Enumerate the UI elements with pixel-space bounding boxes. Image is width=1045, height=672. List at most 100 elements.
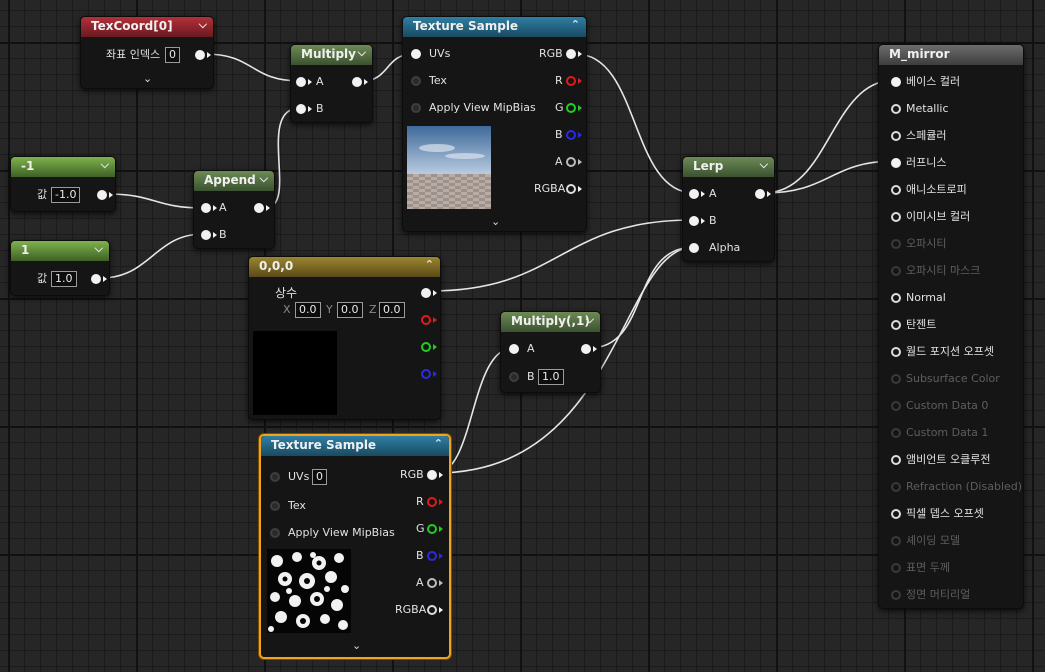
- constant-label: 상수: [275, 286, 298, 300]
- texcoord-node[interactable]: TexCoord[0] ⌵ 좌표 인덱스 0 ⌄: [80, 16, 214, 89]
- material-input-pin[interactable]: [891, 293, 901, 303]
- input-pin-a[interactable]: [201, 203, 211, 213]
- input-pin-b[interactable]: [509, 372, 519, 382]
- output-pin-rgba[interactable]: [566, 184, 576, 194]
- input-pin-mipbias[interactable]: [270, 528, 280, 538]
- b-value-field[interactable]: 1.0: [538, 369, 564, 385]
- node-header[interactable]: 0,0,0 ⌃: [249, 257, 440, 277]
- value-field[interactable]: -1.0: [51, 187, 81, 203]
- output-pin-rgb[interactable]: [566, 49, 576, 59]
- expand-chevron-icon[interactable]: ⌄: [143, 72, 152, 85]
- constant-neg1-node[interactable]: -1 ⌵ 값 -1.0: [10, 156, 116, 212]
- material-result-node[interactable]: M_mirror 베이스 컬러 Metallic 스페큘러 러프니스 애니소트로피 이미시…: [878, 44, 1024, 609]
- output-pin-g[interactable]: [427, 524, 437, 534]
- collapse-chevron-icon[interactable]: ⌄: [491, 215, 500, 228]
- input-pin-b[interactable]: [689, 216, 699, 226]
- input-pin-tex[interactable]: [411, 76, 421, 86]
- chevron-down-icon[interactable]: ⌵: [586, 313, 594, 327]
- output-pin[interactable]: [91, 274, 101, 284]
- output-pin[interactable]: [755, 189, 765, 199]
- pin-label-b: B: [555, 128, 563, 141]
- multiply-node[interactable]: Multiply ⌵ A B: [290, 44, 373, 123]
- node-header[interactable]: Multiply(,1) ⌵: [501, 312, 600, 332]
- material-input-pin[interactable]: [891, 185, 901, 195]
- input-pin-b[interactable]: [201, 230, 211, 240]
- output-pin-r[interactable]: [566, 76, 576, 86]
- coordinate-index-field[interactable]: 0: [165, 47, 180, 63]
- pin-arrow-icon: [578, 78, 582, 84]
- node-header[interactable]: Lerp ⌵: [683, 157, 774, 177]
- output-pin-b[interactable]: [427, 551, 437, 561]
- input-pin-a[interactable]: [296, 77, 306, 87]
- node-header[interactable]: M_mirror: [879, 45, 1023, 65]
- material-input-pin[interactable]: [891, 131, 901, 141]
- chevron-up-icon[interactable]: ⌃: [434, 437, 443, 450]
- chevron-down-icon[interactable]: ⌵: [199, 18, 207, 32]
- input-pin-alpha[interactable]: [689, 243, 699, 253]
- output-pin-r[interactable]: [421, 315, 431, 325]
- material-input-pin[interactable]: [891, 347, 901, 357]
- output-pin-rgb[interactable]: [421, 288, 431, 298]
- y-value-field[interactable]: 0.0: [337, 302, 363, 318]
- input-pin-uvs[interactable]: [270, 472, 280, 482]
- chevron-down-icon[interactable]: ⌵: [260, 172, 268, 186]
- output-pin-rgba[interactable]: [427, 605, 437, 615]
- output-pin[interactable]: [195, 50, 205, 60]
- value-field[interactable]: 1.0: [51, 271, 77, 287]
- node-title: Lerp: [693, 159, 724, 173]
- node-header[interactable]: -1 ⌵: [11, 157, 115, 177]
- chevron-down-icon[interactable]: ⌵: [95, 242, 103, 256]
- node-header[interactable]: Multiply ⌵: [291, 45, 372, 65]
- material-input-pin[interactable]: [891, 77, 901, 87]
- material-input-pin[interactable]: [891, 212, 901, 222]
- material-input-pin[interactable]: [891, 104, 901, 114]
- texture-sample-node[interactable]: Texture Sample ⌃ UVs Tex Apply View MipBi…: [402, 16, 587, 232]
- output-pin[interactable]: [97, 190, 107, 200]
- chevron-down-icon[interactable]: ⌵: [358, 46, 366, 60]
- chevron-up-icon[interactable]: ⌃: [425, 258, 434, 271]
- input-pin-mipbias[interactable]: [411, 103, 421, 113]
- chevron-up-icon[interactable]: ⌃: [571, 18, 580, 31]
- material-input-pin[interactable]: [891, 509, 901, 519]
- multiply-const-node[interactable]: Multiply(,1) ⌵ A B 1.0: [500, 311, 601, 393]
- append-node[interactable]: Append ⌵ A B: [193, 170, 275, 249]
- output-pin[interactable]: [352, 77, 362, 87]
- output-pin[interactable]: [254, 203, 264, 213]
- output-pin-g[interactable]: [421, 342, 431, 352]
- node-header[interactable]: TexCoord[0] ⌵: [81, 17, 213, 37]
- input-pin-a[interactable]: [509, 344, 519, 354]
- output-pin-a[interactable]: [566, 157, 576, 167]
- constant-one-node[interactable]: 1 ⌵ 값 1.0: [10, 240, 110, 296]
- node-header[interactable]: Texture Sample ⌃: [403, 17, 586, 37]
- material-input-pin[interactable]: [891, 158, 901, 168]
- node-header[interactable]: Append ⌵: [194, 171, 274, 191]
- node-header[interactable]: 1 ⌵: [11, 241, 109, 261]
- input-pin-uvs[interactable]: [411, 49, 421, 59]
- node-header[interactable]: Texture Sample ⌃: [261, 436, 449, 456]
- output-pin-b[interactable]: [566, 130, 576, 140]
- texture-sample-node-selected[interactable]: Texture Sample ⌃ UVs 0 Tex Apply View Mip…: [259, 434, 451, 659]
- input-pin-b[interactable]: [296, 104, 306, 114]
- uvs-value-field[interactable]: 0: [312, 469, 327, 485]
- z-value-field[interactable]: 0.0: [379, 302, 405, 318]
- lerp-node[interactable]: Lerp ⌵ A B Alpha: [682, 156, 775, 262]
- chevron-down-icon[interactable]: ⌵: [101, 158, 109, 172]
- material-input-pin: [891, 482, 901, 492]
- input-pin-tex[interactable]: [270, 501, 280, 511]
- material-input-label: Metallic: [906, 102, 949, 115]
- collapse-chevron-icon[interactable]: ⌄: [352, 639, 361, 652]
- x-value-field[interactable]: 0.0: [295, 302, 321, 318]
- material-input-pin[interactable]: [891, 320, 901, 330]
- material-input-pin: [891, 374, 901, 384]
- output-pin[interactable]: [581, 344, 591, 354]
- output-pin-g[interactable]: [566, 103, 576, 113]
- constant3-vector-node[interactable]: 0,0,0 ⌃ 상수 X 0.0 Y 0.0 Z 0.0: [248, 256, 441, 420]
- chevron-down-icon[interactable]: ⌵: [760, 158, 768, 172]
- output-pin-b[interactable]: [421, 369, 431, 379]
- material-input-pin[interactable]: [891, 455, 901, 465]
- output-pin-rgb[interactable]: [427, 470, 437, 480]
- output-pin-a[interactable]: [427, 578, 437, 588]
- pin-arrow-icon: [439, 580, 443, 586]
- output-pin-r[interactable]: [427, 497, 437, 507]
- input-pin-a[interactable]: [689, 189, 699, 199]
